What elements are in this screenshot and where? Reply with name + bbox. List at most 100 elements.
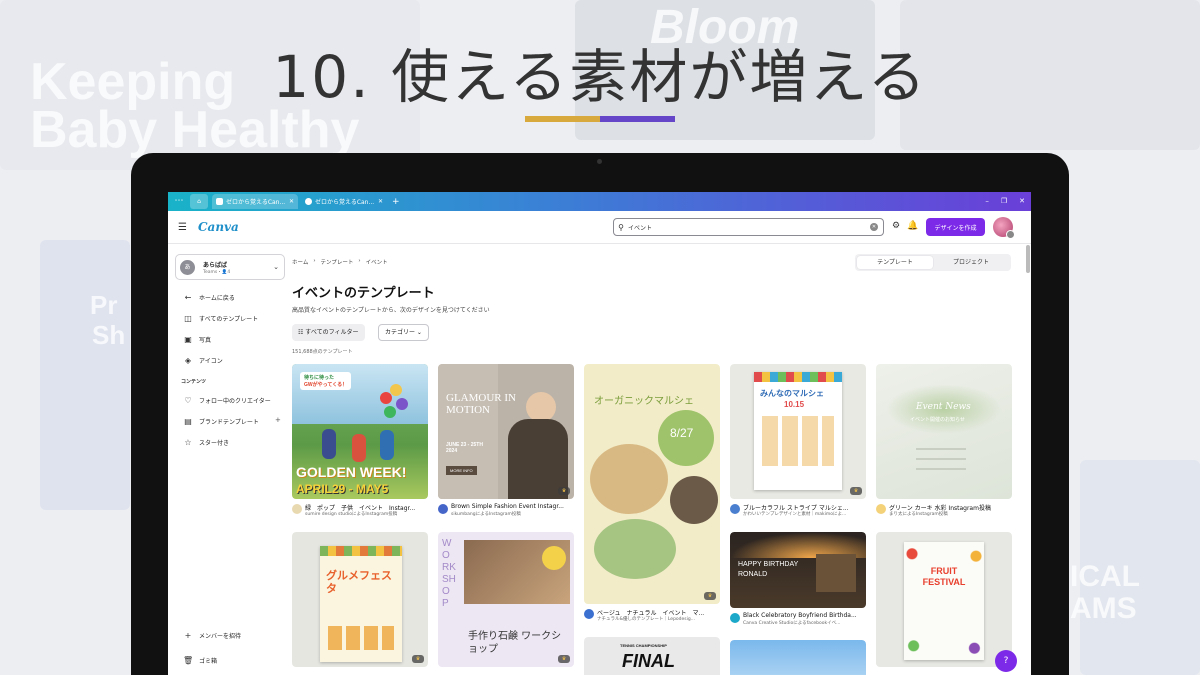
new-tab-button[interactable]: + (392, 197, 400, 207)
thumb-text: TENNIS CHAMPIONSHIP (620, 643, 667, 648)
bg-word: Sh (92, 320, 126, 350)
card-title: Black Celebratory Boyfriend Birthda... (743, 612, 857, 619)
chevron-down-icon: ⌄ (273, 263, 279, 271)
template-thumbnail[interactable]: グルメフェスタ ♛ (292, 532, 428, 667)
create-design-button[interactable]: デザインを作成 (926, 218, 985, 236)
team-avatar: あ (180, 260, 195, 275)
template-card[interactable]: 待ちに待った GWがやってくる！ GOLDEN WEEK! APRIL29 - … (292, 364, 428, 524)
arrow-left-icon: ← (184, 292, 192, 302)
template-card[interactable]: オーガニックマルシェ 8/27 ♛ ベージュ ナチュラル イベント マ... ナ… (584, 364, 720, 629)
template-thumbnail[interactable]: オーガニックマルシェ 8/27 ♛ (584, 364, 720, 604)
card-subtitle: Canva Creative Studioによるfacebookイベ... (743, 621, 841, 626)
bg-word: AMS (1070, 592, 1137, 625)
window-controls: – ❐ ✕ (985, 192, 1025, 211)
template-thumbnail[interactable]: 待ちに待った GWがやってくる！ GOLDEN WEEK! APRIL29 - … (292, 364, 428, 499)
help-button[interactable]: ? (995, 650, 1017, 672)
avatar[interactable] (993, 217, 1015, 239)
gear-icon[interactable]: ⚙ (892, 221, 900, 231)
canva-logo[interactable]: Canva (198, 220, 239, 234)
browser-tab[interactable]: ゼロから覚えるCan... ✕ (301, 194, 387, 209)
sidebar-item-trash[interactable]: 🗑 ゴミ箱 (183, 654, 217, 666)
breadcrumb-home[interactable]: ホーム (292, 258, 308, 266)
category-label: カテゴリー (385, 329, 416, 336)
thumb-text: オーガニックマルシェ (594, 396, 694, 407)
plus-icon[interactable]: + (275, 416, 281, 424)
template-thumbnail[interactable]: FRUIT FESTIVAL (876, 532, 1012, 667)
filter-label: すべてのフィルター (305, 329, 359, 336)
template-thumbnail[interactable]: WORK SHOP 手作り石鹸 ワークショップ ♛ (438, 532, 574, 667)
photo-icon: ▣ (184, 334, 192, 344)
thumb-text: Event News (916, 402, 971, 412)
browser-screen: ⋯ ⌂ ゼロから覚えるCan... ✕ ゼロから覚えるCan... ✕ + – … (168, 192, 1031, 675)
title-underline (525, 116, 675, 122)
template-card[interactable]: グルメフェスタ ♛ (292, 532, 428, 675)
chevron-down-icon: ⌄ (415, 329, 422, 336)
template-card[interactable]: GLAMOUR IN MOTION JUNE 23 - 25TH 2024 MO… (438, 364, 574, 524)
tab-title: ゼロから覚えるCan... (226, 199, 286, 206)
thumb-text: 手作り石鹸 ワークショップ (468, 631, 562, 655)
sidebar-item-starred[interactable]: ☆ スター付き (183, 436, 229, 448)
template-thumbnail[interactable]: みんなのマルシェ 10.15 ♛ (730, 364, 866, 499)
template-card[interactable]: FRUIT FESTIVAL (876, 532, 1012, 675)
tab-templates[interactable]: テンプレート (857, 256, 933, 269)
bg-word: Pr (90, 290, 118, 320)
template-card[interactable] (730, 640, 866, 675)
tab-projects[interactable]: プロジェクト (933, 256, 1009, 269)
breadcrumb-templates[interactable]: テンプレート (321, 258, 354, 266)
browser-tab-bar: ⋯ ⌂ ゼロから覚えるCan... ✕ ゼロから覚えるCan... ✕ + – … (168, 192, 1031, 211)
creator-avatar (438, 504, 448, 514)
template-thumbnail[interactable]: GLAMOUR IN MOTION JUNE 23 - 25TH 2024 MO… (438, 364, 574, 499)
all-filters-button[interactable]: ☷ すべてのフィルター (292, 324, 365, 341)
template-card[interactable]: Event News イベント開催のお知らせ グリーン カーキ 水彩 Insta… (876, 364, 1012, 524)
tab-title: ゼロから覚えるCan... (315, 199, 375, 206)
team-switcher[interactable]: あ あらばば Teams・👤4 ⌄ (175, 254, 285, 280)
sidebar-item-photos[interactable]: ▣ 写真 (183, 333, 211, 345)
close-window-icon[interactable]: ✕ (1019, 192, 1025, 211)
template-card[interactable]: WORK SHOP 手作り石鹸 ワークショップ ♛ (438, 532, 574, 675)
template-card[interactable]: TENNIS CHAMPIONSHIP FINAL (584, 637, 720, 675)
category-dropdown[interactable]: カテゴリー ⌄ (378, 324, 429, 341)
search-input[interactable]: ⚲ イベント ✕ (613, 218, 884, 236)
minimize-icon[interactable]: – (985, 192, 989, 211)
thumb-text: MORE INFO (446, 466, 477, 475)
canva-favicon-icon (305, 198, 312, 205)
bell-icon[interactable]: 🔔 (907, 221, 918, 231)
main-content: ホーム › テンプレート › イベント テンプレート プロジェクト イベントのテ… (292, 244, 1012, 675)
close-icon[interactable]: ✕ (289, 198, 294, 205)
sidebar-item-label: ブランドテンプレート (199, 418, 259, 426)
home-icon[interactable]: ⌂ (190, 194, 208, 209)
template-card[interactable]: みんなのマルシェ 10.15 ♛ ブルーカラフル ストライプ マルシェ... か… (730, 364, 866, 524)
hamburger-icon[interactable]: ☰ (178, 222, 196, 233)
sidebar-item-all-templates[interactable]: ◫ すべてのテンプレート (183, 312, 258, 324)
sidebar-item-icons[interactable]: ◈ アイコン (183, 354, 223, 366)
thumb-text: グルメフェスタ (326, 570, 392, 595)
brand-icon: ▤ (184, 416, 192, 426)
template-thumbnail[interactable]: TENNIS CHAMPIONSHIP FINAL (584, 637, 720, 675)
premium-crown-icon: ♛ (558, 655, 570, 663)
plus-icon: + (184, 630, 192, 640)
template-thumbnail[interactable]: Event News イベント開催のお知らせ (876, 364, 1012, 499)
sidebar-item-brand-templates[interactable]: ▤ ブランドテンプレート (183, 415, 259, 427)
creator-avatar (730, 504, 740, 514)
ellipsis-icon[interactable]: ⋯ (168, 192, 190, 211)
search-value: イベント (628, 224, 653, 232)
scrollbar[interactable] (1026, 245, 1030, 273)
sidebar-item-label: アイコン (199, 357, 223, 365)
sidebar-item-following[interactable]: ♡ フォロー中のクリエイター (183, 394, 270, 406)
invite-members-button[interactable]: + メンバーを招待 (183, 629, 241, 641)
template-thumbnail[interactable] (730, 640, 866, 675)
thumb-text: GLAMOUR IN MOTION (446, 392, 516, 416)
creator-avatar (292, 504, 302, 514)
template-card[interactable]: HAPPY BIRTHDAY RONALD Black Celebratory … (730, 532, 866, 632)
sidebar-item-label: 写真 (199, 336, 212, 344)
sidebar-item-home[interactable]: ← ホームに戻る (183, 291, 235, 303)
close-icon[interactable]: ✕ (378, 198, 383, 205)
creator-avatar (730, 613, 740, 623)
thumb-text: HAPPY BIRTHDAY RONALD (738, 561, 799, 578)
star-icon: ☆ (184, 437, 192, 447)
browser-tab[interactable]: ゼロから覚えるCan... ✕ (212, 194, 298, 209)
restore-icon[interactable]: ❐ (1001, 192, 1007, 211)
clear-icon[interactable]: ✕ (870, 223, 878, 231)
breadcrumb-separator: › (313, 258, 316, 264)
template-thumbnail[interactable]: HAPPY BIRTHDAY RONALD (730, 532, 866, 608)
